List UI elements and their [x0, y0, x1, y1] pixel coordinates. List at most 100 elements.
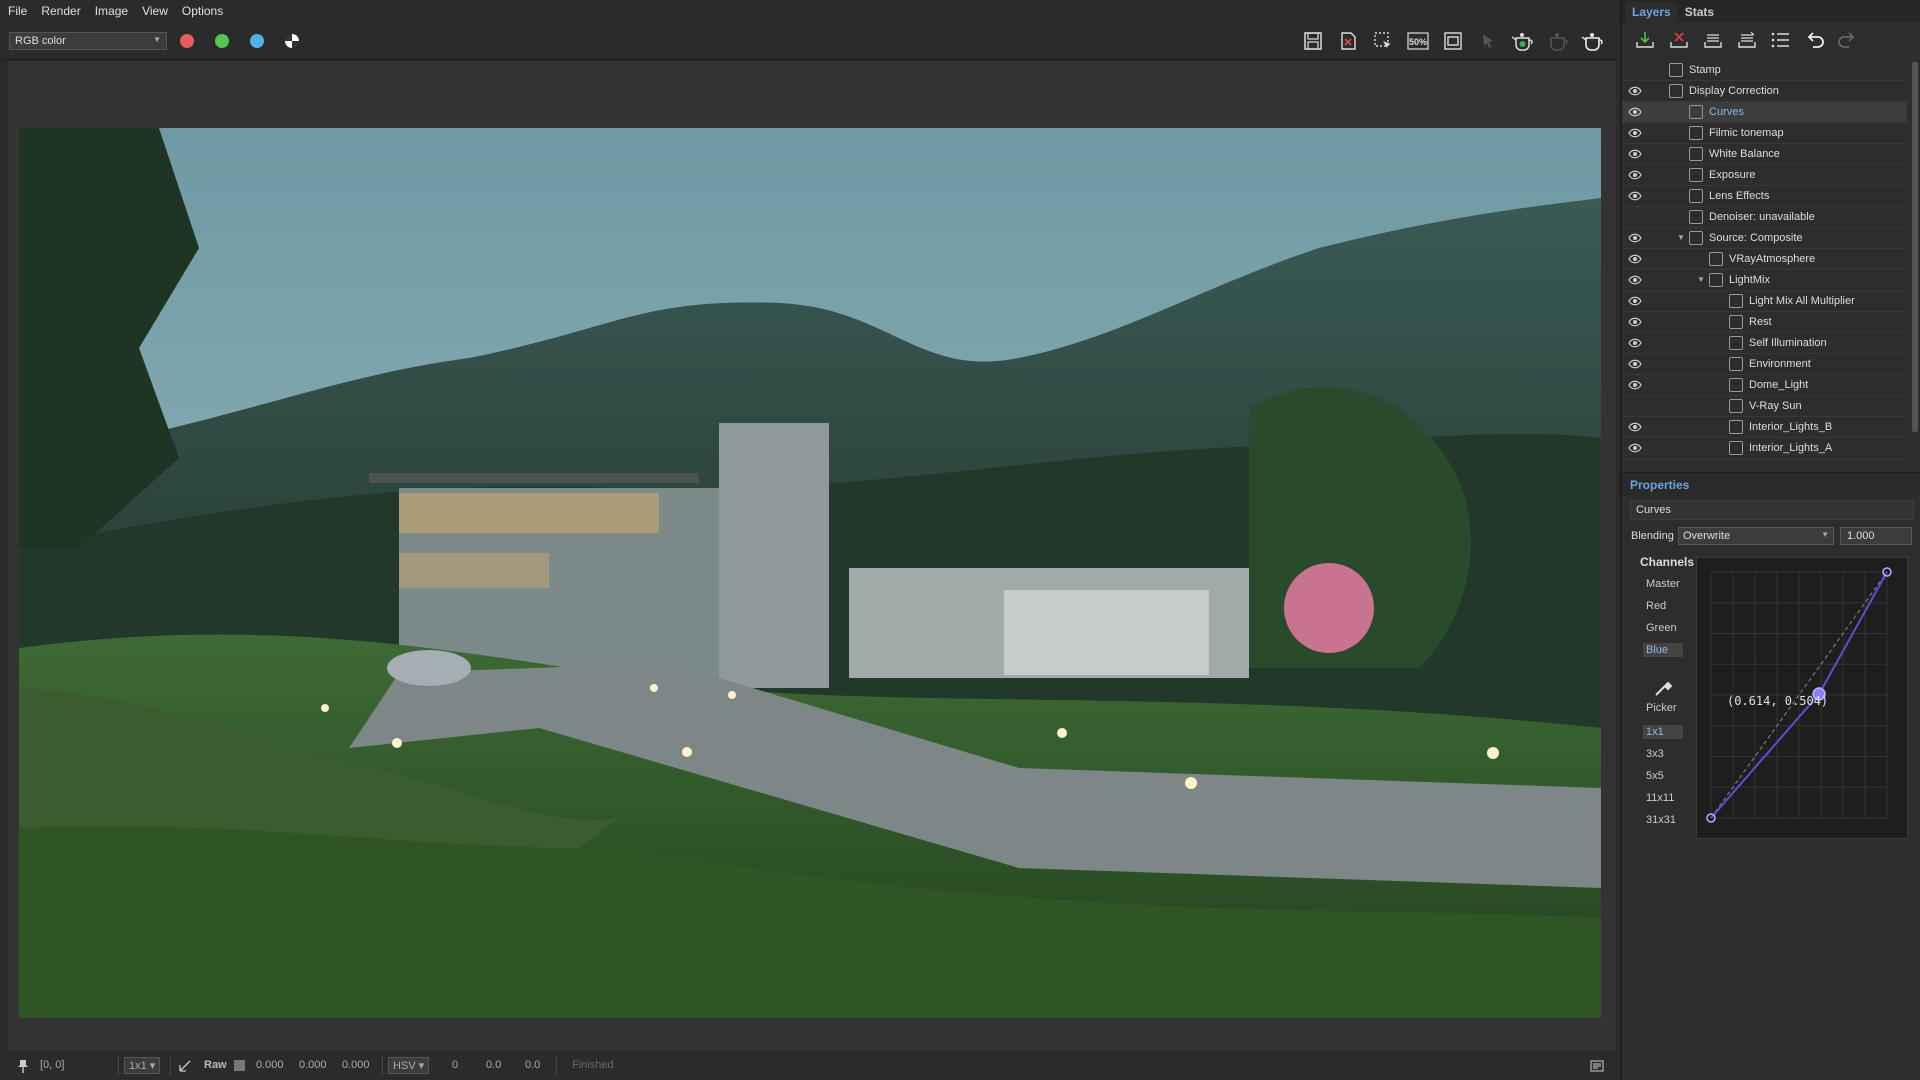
layer-row[interactable]: Lens Effects [1622, 186, 1907, 207]
eye-icon[interactable] [1628, 253, 1642, 265]
layer-row[interactable]: Dome_Light [1622, 375, 1907, 396]
layer-list-icon[interactable] [1770, 30, 1794, 52]
eye-icon[interactable] [1628, 379, 1642, 391]
eye-icon[interactable] [1628, 421, 1642, 433]
fit-icon[interactable] [1440, 28, 1466, 54]
load-layers-icon[interactable] [1736, 30, 1760, 52]
red-channel-button[interactable] [180, 34, 194, 48]
eye-icon[interactable] [1628, 358, 1642, 370]
eye-icon[interactable] [1628, 169, 1642, 181]
eye-icon[interactable] [1628, 148, 1642, 160]
panel-tabs: Layers Stats [1622, 0, 1920, 22]
redo-icon[interactable] [1836, 30, 1860, 52]
zoom-50-icon[interactable]: 50% [1405, 28, 1431, 54]
layer-label: Interior_Lights_B [1749, 421, 1833, 433]
blending-mode-value: Overwrite [1683, 530, 1731, 542]
sample-size-option[interactable]: 11x11 [1643, 791, 1683, 805]
menu-file[interactable]: File [8, 4, 27, 18]
layers-list[interactable]: Stamp Display Correction Curves Filmic tone… [1622, 60, 1907, 463]
eye-icon[interactable] [1628, 85, 1642, 97]
layer-label: VRayAtmosphere [1729, 253, 1816, 265]
curve-editor[interactable]: (0.614, 0.504) [1696, 557, 1908, 839]
delete-layer-icon[interactable] [1668, 30, 1692, 52]
render-teapot-disabled-icon[interactable] [1545, 28, 1571, 54]
add-layer-icon[interactable] [1634, 30, 1658, 52]
eye-icon[interactable] [1628, 232, 1642, 244]
menu-view[interactable]: View [142, 4, 168, 18]
layer-row[interactable]: Self Illumination [1622, 333, 1907, 354]
interactive-teapot-icon[interactable] [1580, 28, 1606, 54]
layer-icon [1729, 420, 1743, 434]
green-channel-button[interactable] [215, 34, 229, 48]
layer-label: Interior_Lights_A [1749, 442, 1833, 454]
layer-row[interactable]: Environment [1622, 354, 1907, 375]
menu-options[interactable]: Options [182, 4, 223, 18]
cursor-icon[interactable] [1475, 28, 1501, 54]
eye-icon[interactable] [1628, 274, 1642, 286]
eye-icon[interactable] [1628, 106, 1642, 118]
layer-name-field[interactable]: Curves [1630, 500, 1914, 520]
layer-row[interactable]: Interior_Lights_A [1622, 438, 1907, 459]
layer-row[interactable]: Light Mix All Multiplier [1622, 291, 1907, 312]
layer-row[interactable]: Display Correction [1622, 81, 1907, 102]
layer-row[interactable]: Curves [1622, 102, 1907, 123]
blending-mode-select[interactable]: Overwrite ▼ [1678, 527, 1834, 545]
blue-channel-button[interactable] [250, 34, 264, 48]
chevron-down-icon: ▼ [1821, 530, 1829, 539]
sample-size-option[interactable]: 1x1 [1643, 725, 1683, 739]
raw-label: Raw [204, 1059, 227, 1071]
channel-blue[interactable]: Blue [1643, 643, 1683, 657]
hsv-value-v: 0.0 [525, 1059, 541, 1071]
layer-row[interactable]: Exposure [1622, 165, 1907, 186]
eye-icon[interactable] [1628, 127, 1642, 139]
eye-icon[interactable] [1628, 295, 1642, 307]
layer-row[interactable]: V-Ray Sun [1622, 396, 1907, 417]
save-icon[interactable] [1300, 28, 1326, 54]
color-space-select[interactable]: HSV ▾ [388, 1057, 430, 1074]
alpha-channel-button[interactable] [285, 34, 299, 48]
expand-arrow-icon[interactable]: ▼ [1677, 233, 1685, 242]
eye-icon[interactable] [1628, 190, 1642, 202]
layer-label: White Balance [1709, 148, 1780, 160]
layer-row[interactable]: Rest [1622, 312, 1907, 333]
frame-buffer-viewport[interactable] [8, 61, 1616, 1051]
layer-row[interactable]: White Balance [1622, 144, 1907, 165]
layer-row[interactable]: VRayAtmosphere [1622, 249, 1907, 270]
blending-opacity-field[interactable]: 1.000 [1840, 527, 1912, 545]
layer-row[interactable]: Stamp [1622, 60, 1907, 81]
layer-row[interactable]: ▼ Source: Composite [1622, 228, 1907, 249]
multiplier-icon [1729, 294, 1743, 308]
layer-row[interactable]: ▼ LightMix [1622, 270, 1907, 291]
channel-red[interactable]: Red [1643, 599, 1683, 613]
history-icon[interactable] [1590, 1059, 1604, 1076]
tab-layers[interactable]: Layers [1626, 2, 1677, 22]
sample-size-option[interactable]: 3x3 [1643, 747, 1683, 761]
eye-icon[interactable] [1628, 337, 1642, 349]
color-space-value: HSV [393, 1060, 416, 1072]
menu-image[interactable]: Image [95, 4, 128, 18]
channel-green[interactable]: Green [1643, 621, 1683, 635]
layer-row[interactable]: Interior_Lights_B [1622, 417, 1907, 438]
render-teapot-icon[interactable] [1510, 28, 1536, 54]
eye-icon[interactable] [1628, 316, 1642, 328]
eye-icon[interactable] [1628, 442, 1642, 454]
layer-row[interactable]: Denoiser: unavailable [1622, 207, 1907, 228]
channel-master[interactable]: Master [1643, 577, 1683, 591]
sample-size-option[interactable]: 31x31 [1643, 813, 1683, 827]
undo-icon[interactable] [1804, 30, 1828, 52]
menu-render[interactable]: Render [41, 4, 80, 18]
sample-size-option[interactable]: 5x5 [1643, 769, 1683, 783]
picker-icon[interactable] [1652, 675, 1676, 702]
sample-size-value: 1x1 [129, 1060, 147, 1072]
layer-row[interactable]: Filmic tonemap [1622, 123, 1907, 144]
layer-label: Exposure [1709, 169, 1756, 181]
expand-arrow-icon[interactable]: ▼ [1697, 275, 1705, 284]
pin-icon[interactable] [16, 1059, 30, 1076]
clear-icon[interactable] [1335, 28, 1361, 54]
sample-size-select[interactable]: 1x1 ▾ [124, 1057, 161, 1074]
tab-stats[interactable]: Stats [1679, 2, 1720, 22]
layers-scrollbar[interactable] [1912, 62, 1918, 432]
region-select-icon[interactable] [1370, 28, 1396, 54]
save-layers-icon[interactable] [1702, 30, 1726, 52]
channel-select[interactable]: RGB color ▼ [9, 32, 167, 50]
